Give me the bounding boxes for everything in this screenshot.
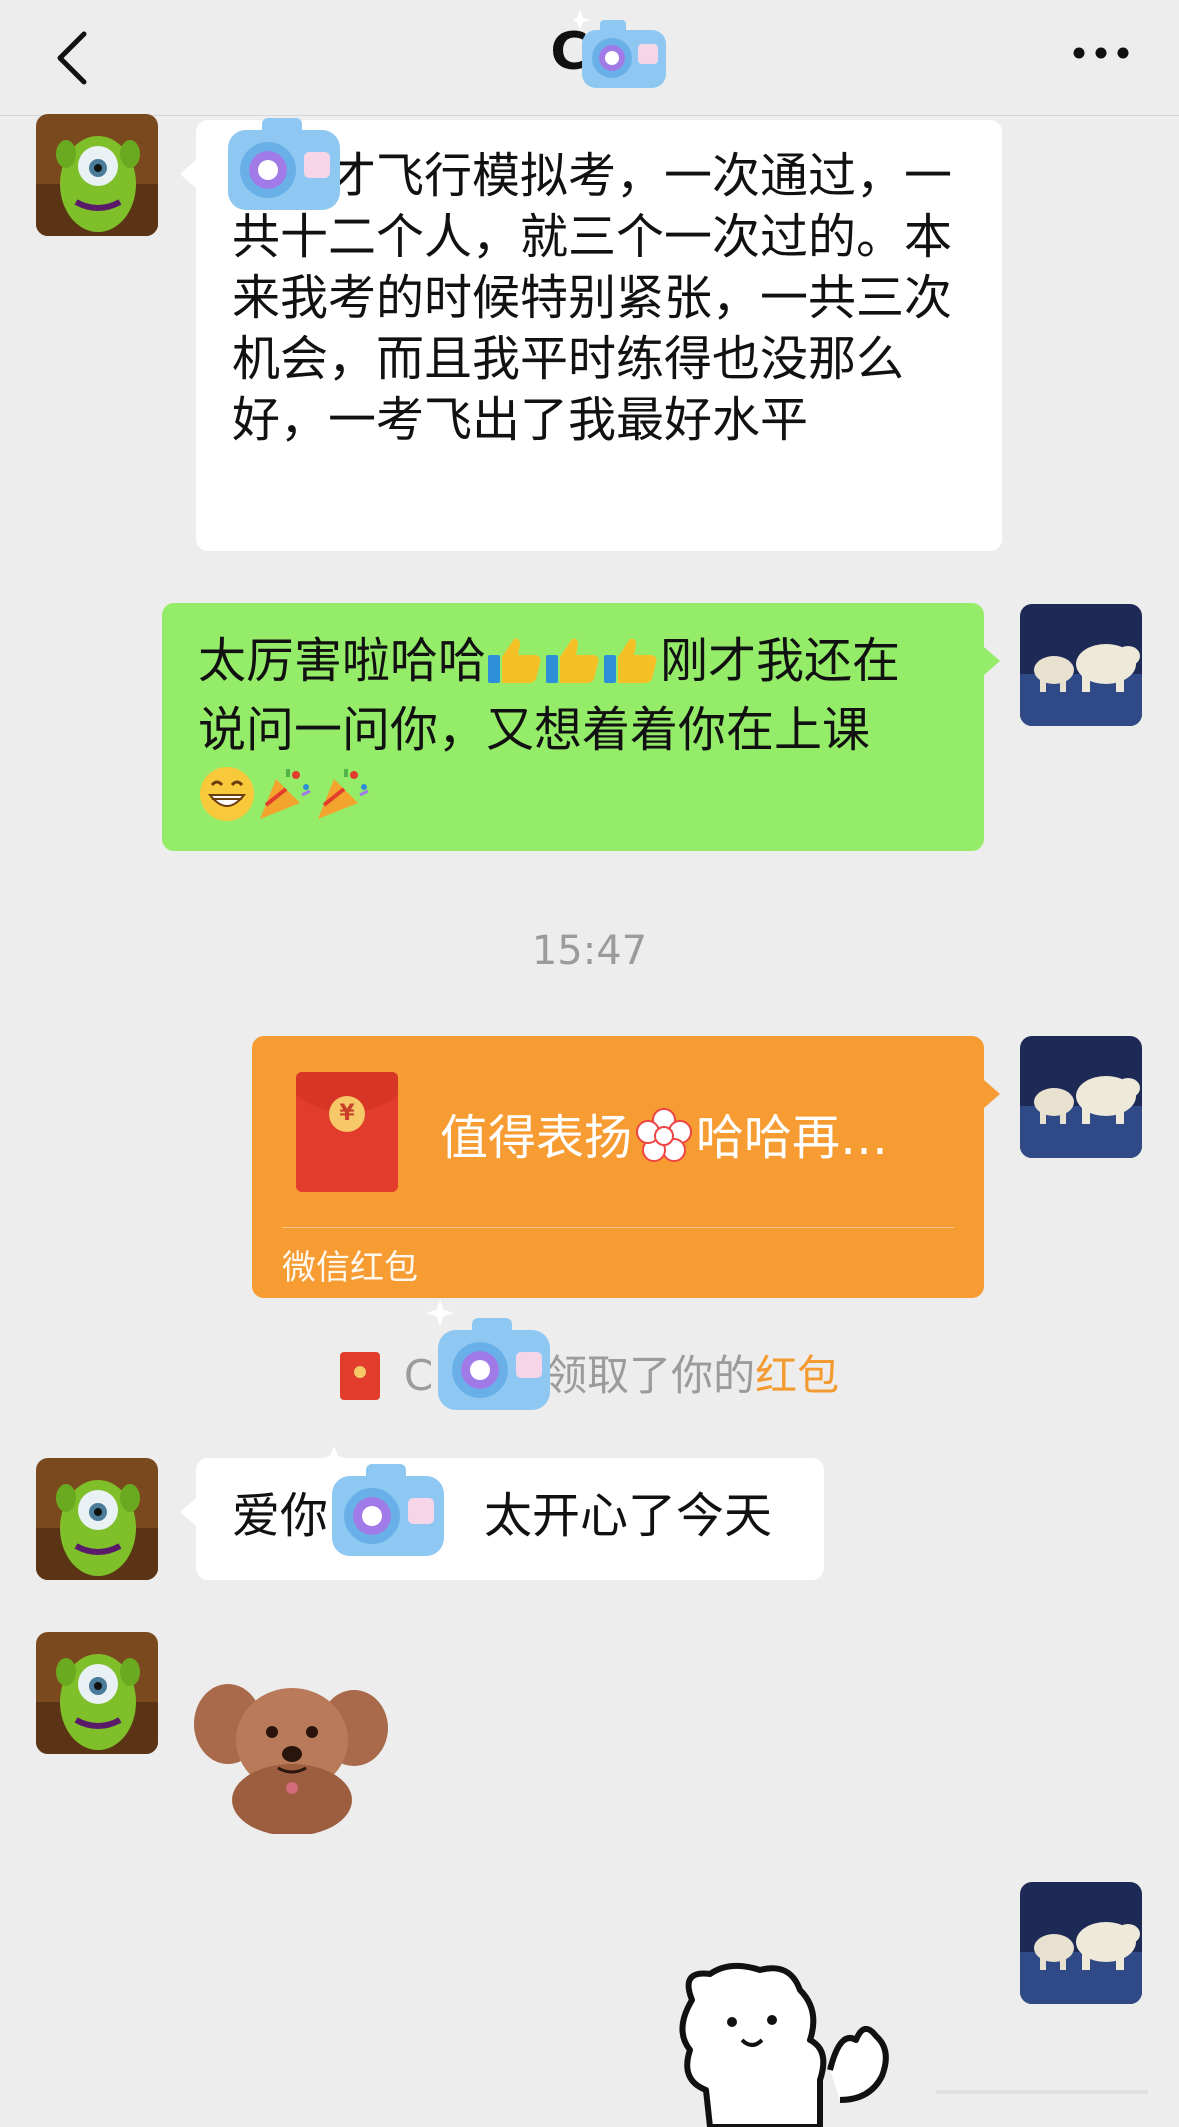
own-avatar[interactable] <box>1020 1036 1142 1158</box>
message-text-part1: 太厉害啦哈哈 <box>198 633 487 689</box>
thumbs-up-icon <box>486 635 544 700</box>
grin-emoji-icon <box>198 765 256 838</box>
party-popper-icon <box>256 765 314 838</box>
red-packet-label: 微信红包 <box>282 1248 418 1288</box>
camera-sticker-icon <box>228 118 340 210</box>
contact-avatar[interactable] <box>36 114 158 236</box>
system-note: C 领取了你的红包 <box>0 1342 1179 1403</box>
camera-sticker-icon <box>426 1300 550 1410</box>
dog-sticker-image[interactable] <box>194 1672 390 1834</box>
red-packet-message: 值得表扬 哈哈再… <box>440 1098 888 1176</box>
thumbs-up-icon <box>544 635 602 700</box>
more-dots-icon[interactable] <box>1071 38 1131 68</box>
red-packet-card[interactable]: ¥ 值得表扬 哈哈再… 微信红包 <box>252 1036 1000 1298</box>
timestamp: 15:47 <box>531 928 648 974</box>
contact-avatar[interactable] <box>36 1632 158 1754</box>
message-bubble-love[interactable]: 爱你 太开心了今天 <box>180 1458 824 1580</box>
thumbs-up-icon <box>602 635 660 700</box>
flower-emoji-icon <box>636 1108 693 1176</box>
watermark-lines <box>936 2090 1148 2094</box>
party-popper-icon <box>314 765 372 838</box>
divider <box>282 1227 954 1228</box>
red-packet-mini-icon <box>339 1352 380 1400</box>
message-bubble-reply[interactable]: 太厉害啦哈哈 刚才我还在说问一问你，又想着着你在上课 <box>162 603 1000 851</box>
own-avatar[interactable] <box>1020 1882 1142 2004</box>
message-text-part2: 太开心了今天 <box>484 1488 773 1544</box>
camera-sticker-icon <box>320 1446 444 1556</box>
own-avatar[interactable] <box>1020 604 1142 726</box>
red-packet-icon: ¥ <box>296 1072 398 1192</box>
contact-avatar[interactable] <box>36 1458 158 1580</box>
message-text-part1: 爱你 <box>232 1488 329 1544</box>
bear-sticker-image[interactable] <box>670 1960 902 2127</box>
red-packet-link[interactable]: 红包 <box>755 1351 839 1400</box>
camera-sticker-icon <box>574 10 666 88</box>
